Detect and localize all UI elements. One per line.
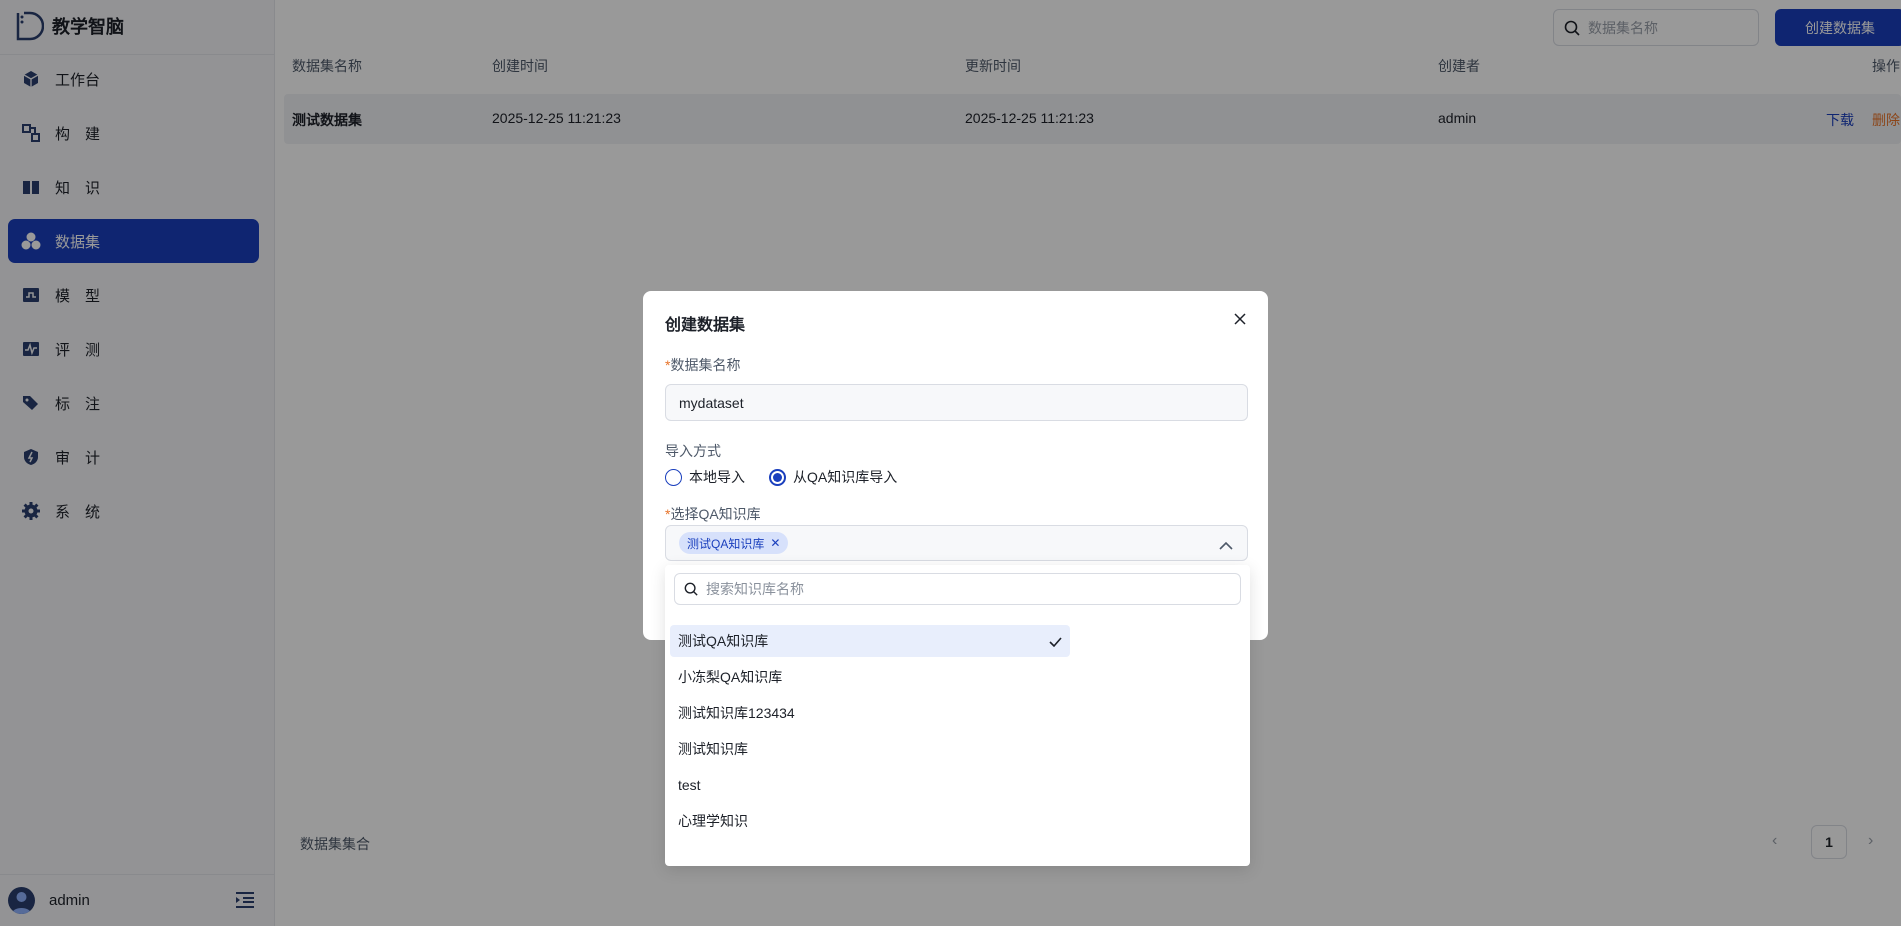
kb-option[interactable]: 测试知识库123434 bbox=[670, 697, 1070, 729]
selected-tag-label: 测试QA知识库 bbox=[687, 536, 765, 551]
kb-option[interactable]: test bbox=[670, 769, 1070, 801]
radio-icon[interactable] bbox=[665, 468, 682, 486]
tag-close-icon[interactable]: ✕ bbox=[770, 536, 780, 550]
kb-option-label: 测试QA知识库 bbox=[678, 633, 769, 649]
import-qa-option[interactable]: 从QA知识库导入 bbox=[769, 467, 897, 487]
radio-checked-icon[interactable] bbox=[769, 468, 786, 486]
kb-option[interactable]: 小冻梨QA知识库 bbox=[670, 661, 1070, 693]
kb-option[interactable]: 测试知识库 bbox=[670, 733, 1070, 765]
kb-option-label: 测试知识库123434 bbox=[678, 705, 795, 721]
modal-title: 创建数据集 bbox=[665, 317, 746, 334]
kb-dropdown: 测试QA知识库 小冻梨QA知识库 测试知识库123434 测试知识库 test … bbox=[665, 565, 1250, 866]
kb-option[interactable]: 测试QA知识库 bbox=[670, 625, 1070, 657]
kb-option-label: 测试知识库 bbox=[678, 741, 748, 757]
dataset-name-label: *数据集名称 bbox=[665, 357, 741, 373]
import-local-label: 本地导入 bbox=[689, 469, 745, 485]
check-icon bbox=[1049, 634, 1062, 650]
selected-tag: 测试QA知识库 ✕ bbox=[679, 532, 789, 554]
kb-search[interactable] bbox=[674, 573, 1241, 605]
import-method-label: 导入方式 bbox=[665, 443, 721, 459]
kb-option-label: 心理学知识 bbox=[678, 813, 748, 829]
kb-option-label: test bbox=[678, 777, 701, 793]
import-local-option[interactable]: 本地导入 bbox=[665, 467, 745, 487]
kb-multi-select[interactable]: 测试QA知识库 ✕ bbox=[665, 525, 1248, 561]
kb-option-label: 小冻梨QA知识库 bbox=[678, 669, 783, 685]
dataset-name-field[interactable] bbox=[665, 384, 1248, 421]
kb-select-label: *选择QA知识库 bbox=[665, 506, 761, 522]
close-icon[interactable] bbox=[1230, 309, 1250, 329]
search-icon bbox=[684, 582, 698, 596]
import-method-radio-group: 本地导入 从QA知识库导入 bbox=[665, 467, 921, 487]
import-qa-label: 从QA知识库导入 bbox=[793, 469, 898, 485]
chevron-up-icon[interactable] bbox=[1219, 537, 1233, 553]
kb-option-list: 测试QA知识库 小冻梨QA知识库 测试知识库123434 测试知识库 test … bbox=[670, 625, 1070, 841]
kb-option[interactable]: 心理学知识 bbox=[670, 805, 1070, 837]
kb-search-input[interactable] bbox=[706, 581, 1206, 597]
